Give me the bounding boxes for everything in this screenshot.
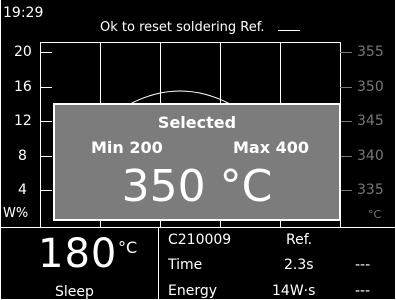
min-label: Min 200 [91, 138, 163, 157]
status-message: Ok to reset soldering Ref. [100, 20, 265, 35]
time-label: Time [168, 257, 203, 273]
selected-temperature-unit: °C [219, 161, 273, 212]
y-label-right: 340 [357, 148, 384, 164]
y-tick-left [40, 190, 52, 191]
bottom-panel-divider [0, 227, 396, 228]
time-value: 2.3s [284, 257, 314, 273]
iron-temperature-unit: °C [118, 238, 138, 257]
y-label-right: 345 [357, 113, 384, 129]
clock: 19:29 [3, 5, 44, 21]
selected-temperature[interactable]: 350 °C [55, 157, 339, 217]
y-label-right: 355 [357, 44, 384, 60]
y-label-right: 350 [357, 79, 384, 95]
temperature-curve [129, 90, 231, 105]
popup-title: Selected [157, 113, 237, 132]
selected-temperature-value: 350 [121, 161, 206, 212]
y-label-left: 12 [14, 113, 32, 129]
bottom-panel-split [158, 227, 159, 300]
ref-header: Ref. [286, 232, 313, 248]
profile-name: C210009 [168, 232, 232, 248]
energy-ref: --- [355, 283, 371, 299]
y-label-left: 8 [18, 148, 27, 164]
y-label-left: 20 [14, 44, 32, 60]
time-ref: --- [355, 257, 371, 273]
y-label-left: 4 [18, 182, 27, 198]
y-tick-left [40, 156, 52, 157]
max-label: Max 400 [233, 138, 310, 157]
y-tick-right [340, 190, 352, 191]
y-label-right: 335 [357, 182, 384, 198]
y-tick-right [340, 156, 352, 157]
left-axis-unit: W% [3, 206, 29, 221]
status-divider [278, 30, 300, 31]
screen-border-left [0, 0, 1, 300]
y-label-left: 16 [14, 79, 32, 95]
y-tick-left [40, 52, 52, 53]
y-tick-right [340, 121, 352, 122]
iron-temperature: 180 [38, 231, 118, 277]
right-axis-unit: °C [368, 208, 382, 221]
energy-value: 14W·s [272, 283, 316, 299]
y-tick-right [340, 52, 352, 53]
y-tick-left [40, 87, 52, 88]
y-tick-left [40, 121, 52, 122]
iron-state: Sleep [55, 284, 94, 300]
energy-label: Energy [168, 283, 218, 299]
temperature-select-popup[interactable]: Selected Min 200 Max 400 350 °C [53, 103, 341, 221]
y-tick-right [340, 87, 352, 88]
